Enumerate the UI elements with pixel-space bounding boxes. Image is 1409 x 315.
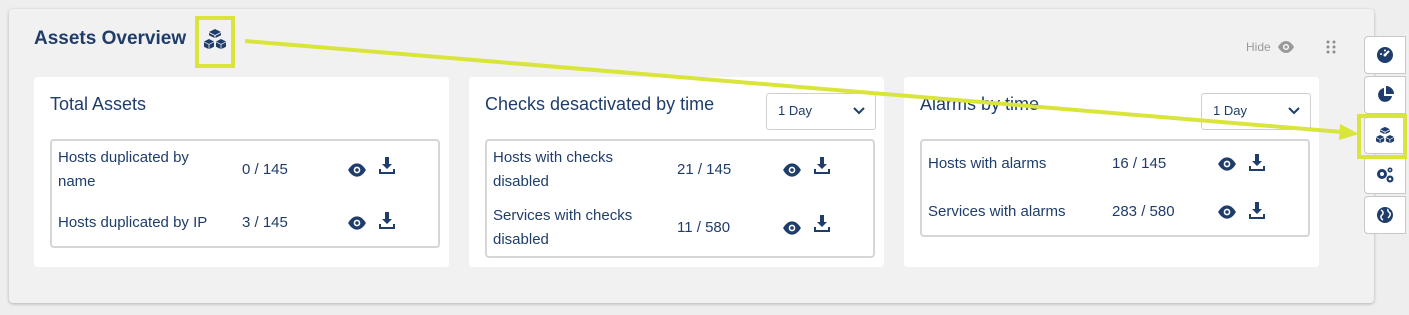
annotation-arrow-line (244, 39, 1343, 134)
annotation-arrow-head (1339, 124, 1359, 140)
annotation-arrow (244, 39, 1359, 140)
